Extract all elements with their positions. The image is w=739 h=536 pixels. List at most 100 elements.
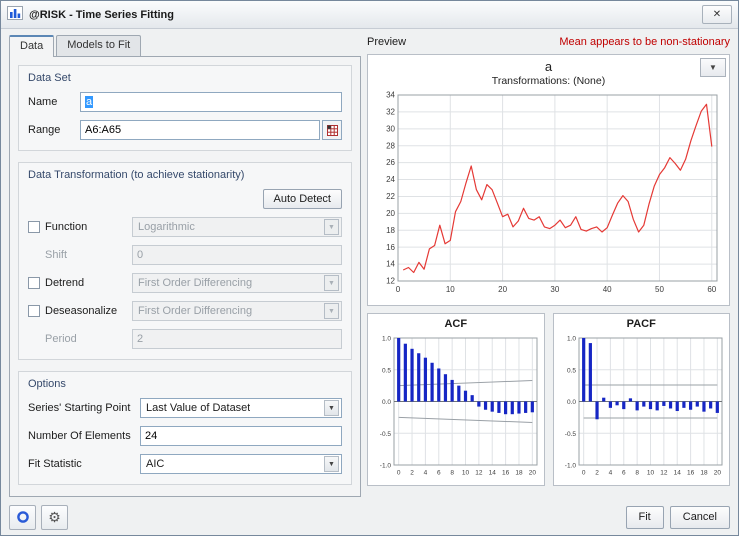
chevron-down-icon: ▼ <box>709 63 717 72</box>
svg-text:20: 20 <box>714 470 722 477</box>
data-transformation-group-title: Data Transformation (to achieve stationa… <box>28 169 342 181</box>
svg-text:22: 22 <box>386 192 395 201</box>
options-group-title: Options <box>28 378 342 390</box>
chart-title: a <box>368 59 729 74</box>
svg-text:12: 12 <box>386 277 395 286</box>
svg-text:14: 14 <box>386 260 395 269</box>
auto-detect-button[interactable]: Auto Detect <box>263 189 342 209</box>
preview-series-dropdown[interactable]: ▼ <box>700 58 726 77</box>
range-picker-button[interactable] <box>322 120 342 140</box>
cancel-button[interactable]: Cancel <box>670 506 730 529</box>
svg-text:1.0: 1.0 <box>567 336 576 343</box>
number-of-elements-input[interactable] <box>140 426 342 446</box>
gear-icon: ⚙ <box>48 510 61 524</box>
period-input-value: 2 <box>137 333 143 345</box>
acf-chart-panel: ACF -1.0-0.50.00.51.002468101214161820 <box>367 313 545 486</box>
svg-text:32: 32 <box>386 108 395 117</box>
svg-text:0.5: 0.5 <box>567 367 576 374</box>
svg-text:14: 14 <box>488 470 496 477</box>
function-select: Logarithmic ▼ <box>132 217 342 237</box>
starting-point-select[interactable]: Last Value of Dataset ▼ <box>140 398 342 418</box>
left-panel: Data Models to Fit Data Set Name a Range <box>9 35 361 497</box>
fit-statistic-select[interactable]: AIC ▼ <box>140 454 342 474</box>
deseasonalize-select-value: First Order Differencing <box>138 305 252 317</box>
svg-text:1.0: 1.0 <box>382 336 391 343</box>
svg-text:10: 10 <box>462 470 470 477</box>
svg-text:16: 16 <box>687 470 695 477</box>
svg-text:0.0: 0.0 <box>382 399 391 406</box>
svg-text:0.0: 0.0 <box>567 399 576 406</box>
svg-text:2: 2 <box>595 470 599 477</box>
range-input[interactable] <box>80 120 320 140</box>
chevron-down-icon: ▼ <box>324 456 339 472</box>
dialog-body: Data Models to Fit Data Set Name a Range <box>1 29 738 499</box>
data-tab-page: Data Set Name a Range Data T <box>9 56 361 497</box>
svg-text:2: 2 <box>410 470 414 477</box>
svg-text:50: 50 <box>655 285 664 294</box>
starting-point-label: Series' Starting Point <box>28 402 140 414</box>
function-checkbox[interactable] <box>28 221 40 233</box>
detrend-label: Detrend <box>45 277 84 289</box>
fit-statistic-select-value: AIC <box>146 458 164 470</box>
title-bar: @RISK - Time Series Fitting ✕ <box>1 1 738 29</box>
detrend-checkbox[interactable] <box>28 277 40 289</box>
pacf-chart: -1.0-0.50.00.51.002468101214161820 <box>555 332 727 478</box>
svg-text:30: 30 <box>386 124 395 133</box>
svg-text:-0.5: -0.5 <box>380 431 392 438</box>
chart-settings-button[interactable] <box>9 505 36 530</box>
detrend-select-value: First Order Differencing <box>138 277 252 289</box>
period-input: 2 <box>132 329 342 349</box>
chevron-down-icon: ▼ <box>324 219 339 235</box>
svg-text:18: 18 <box>515 470 523 477</box>
svg-text:26: 26 <box>386 158 395 167</box>
svg-text:4: 4 <box>423 470 427 477</box>
shift-input: 0 <box>132 245 342 265</box>
data-set-group-title: Data Set <box>28 72 342 84</box>
name-label: Name <box>28 96 80 108</box>
range-label: Range <box>28 124 80 136</box>
pacf-chart-panel: PACF -1.0-0.50.00.51.002468101214161820 <box>553 313 731 486</box>
close-button[interactable]: ✕ <box>702 5 732 24</box>
detrend-select: First Order Differencing ▼ <box>132 273 342 293</box>
window-title: @RISK - Time Series Fitting <box>29 9 696 21</box>
time-series-chart: 1214161820222426283032340102030405060 <box>372 89 725 297</box>
chevron-down-icon: ▼ <box>324 303 339 319</box>
svg-text:28: 28 <box>386 141 395 150</box>
name-input[interactable]: a <box>80 92 342 112</box>
svg-text:18: 18 <box>701 470 709 477</box>
svg-text:16: 16 <box>386 243 395 252</box>
shift-input-value: 0 <box>137 249 143 261</box>
time-series-fitting-dialog: @RISK - Time Series Fitting ✕ Data Model… <box>0 0 739 536</box>
svg-text:-1.0: -1.0 <box>380 463 392 470</box>
application-settings-button[interactable]: ⚙ <box>41 505 68 530</box>
svg-text:6: 6 <box>437 470 441 477</box>
tab-models-to-fit[interactable]: Models to Fit <box>56 35 141 56</box>
preview-panel: Preview Mean appears to be non-stationar… <box>367 35 730 497</box>
chart-subtitle: Transformations: (None) <box>368 75 729 87</box>
svg-text:14: 14 <box>674 470 682 477</box>
deseasonalize-checkbox[interactable] <box>28 305 40 317</box>
svg-text:24: 24 <box>386 175 395 184</box>
fit-statistic-label: Fit Statistic <box>28 458 140 470</box>
close-icon: ✕ <box>713 9 721 20</box>
svg-text:-0.5: -0.5 <box>565 431 577 438</box>
svg-text:8: 8 <box>450 470 454 477</box>
svg-text:20: 20 <box>498 285 507 294</box>
svg-text:60: 60 <box>707 285 716 294</box>
chevron-down-icon: ▼ <box>324 275 339 291</box>
fit-button[interactable]: Fit <box>626 506 664 529</box>
svg-text:0: 0 <box>396 285 401 294</box>
acf-title: ACF <box>368 318 544 330</box>
svg-text:4: 4 <box>609 470 613 477</box>
circle-icon <box>16 510 30 524</box>
starting-point-select-value: Last Value of Dataset <box>146 402 250 414</box>
function-select-value: Logarithmic <box>138 221 195 233</box>
svg-text:12: 12 <box>475 470 483 477</box>
tab-strip: Data Models to Fit <box>9 35 361 56</box>
svg-text:40: 40 <box>603 285 612 294</box>
shift-label: Shift <box>45 249 132 261</box>
svg-text:20: 20 <box>528 470 536 477</box>
tab-data[interactable]: Data <box>9 35 54 57</box>
time-series-chart-panel: ▼ a Transformations: (None) 121416182022… <box>367 54 730 306</box>
number-of-elements-label: Number Of Elements <box>28 430 140 442</box>
